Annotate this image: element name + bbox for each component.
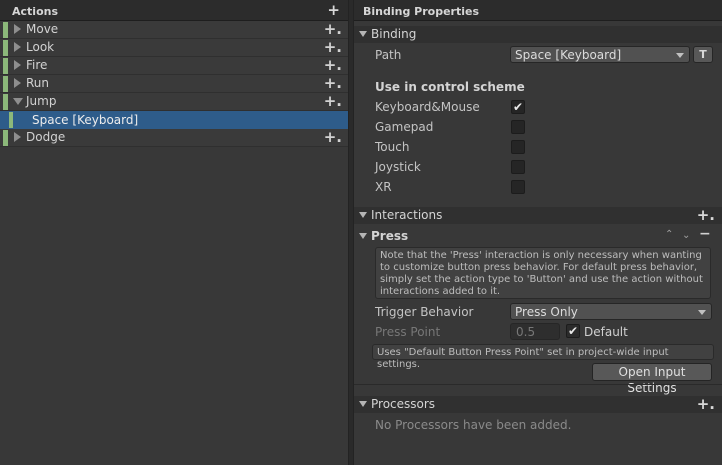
action-row-fire[interactable]: Fire +.: [0, 56, 348, 75]
chevron-down-icon: [676, 53, 684, 58]
add-binding-icon[interactable]: +.: [324, 128, 342, 146]
action-label: Run: [26, 76, 50, 90]
action-label: Jump: [26, 94, 57, 108]
action-color-bar: [3, 22, 8, 38]
action-row-look[interactable]: Look +.: [0, 38, 348, 57]
action-row-jump[interactable]: Jump +.: [0, 92, 348, 111]
section-label: Binding: [371, 27, 417, 41]
processors-section-header[interactable]: Processors +.: [354, 395, 722, 413]
collapse-arrow-icon[interactable]: [359, 212, 367, 218]
action-label: Move: [26, 22, 59, 36]
action-color-bar: [3, 94, 8, 110]
action-row-run[interactable]: Run +.: [0, 74, 348, 93]
move-up-icon[interactable]: ⌃: [665, 229, 673, 240]
action-label: Fire: [26, 58, 48, 72]
press-interaction-header[interactable]: Press ⌃ ⌄ −: [354, 226, 722, 245]
section-label: Processors: [371, 397, 436, 411]
default-press-point-helpbox: Uses "Default Button Press Point" set in…: [372, 344, 714, 370]
expand-arrow-icon[interactable]: [14, 24, 21, 34]
collapse-arrow-icon[interactable]: [359, 233, 367, 239]
press-label: Press: [371, 229, 409, 243]
action-row-dodge[interactable]: Dodge +.: [0, 128, 348, 147]
press-point-value: 0.5: [516, 325, 536, 339]
default-checkbox[interactable]: ✔: [566, 324, 580, 338]
add-binding-icon[interactable]: +.: [324, 56, 342, 74]
scheme-checkbox-xr[interactable]: [511, 180, 525, 194]
no-processors-text: No Processors have been added.: [375, 418, 572, 432]
add-action-icon[interactable]: +: [327, 1, 340, 19]
trigger-behavior-value: Press Only: [515, 305, 578, 319]
action-color-bar: [3, 40, 8, 56]
binding-section-header[interactable]: Binding: [354, 26, 722, 43]
default-label: Default: [584, 325, 628, 339]
open-input-settings-button[interactable]: Open Input Settings: [592, 363, 712, 395]
action-label: Look: [26, 40, 55, 54]
action-color-bar: [3, 58, 8, 74]
expand-arrow-icon[interactable]: [14, 60, 21, 70]
control-scheme-heading: Use in control scheme: [375, 80, 525, 94]
properties-title: Binding Properties: [363, 5, 480, 18]
action-color-bar: [3, 130, 8, 146]
press-point-label: Press Point: [375, 325, 441, 339]
move-down-icon[interactable]: ⌄: [682, 230, 690, 241]
path-dropdown[interactable]: Space [Keyboard]: [510, 46, 690, 63]
path-value: Space [Keyboard]: [515, 48, 622, 62]
collapse-arrow-icon[interactable]: [359, 401, 367, 407]
action-label: Dodge: [26, 130, 66, 144]
chevron-down-icon: [698, 310, 706, 315]
remove-interaction-icon[interactable]: −: [699, 226, 711, 242]
scheme-checkbox-gamepad[interactable]: [511, 120, 525, 134]
press-point-field[interactable]: 0.5: [510, 323, 560, 340]
scheme-checkbox-joystick[interactable]: [511, 160, 525, 174]
binding-properties-panel: Binding Properties Binding Path Space [K…: [353, 0, 722, 465]
scheme-checkbox-touch[interactable]: [511, 140, 525, 154]
scheme-label-joystick: Joystick: [375, 160, 421, 174]
binding-color-bar: [9, 112, 13, 128]
scheme-label-touch: Touch: [375, 140, 410, 154]
path-label: Path: [375, 48, 402, 62]
section-divider: [354, 384, 722, 385]
add-binding-icon[interactable]: +.: [324, 38, 342, 56]
properties-header: Binding Properties: [354, 0, 722, 21]
expand-arrow-icon[interactable]: [14, 42, 21, 52]
scheme-label-xr: XR: [375, 180, 392, 194]
add-processor-icon[interactable]: +.: [697, 395, 715, 413]
add-binding-icon[interactable]: +.: [324, 92, 342, 110]
action-color-bar: [3, 76, 8, 92]
add-binding-icon[interactable]: +.: [324, 74, 342, 92]
expand-arrow-icon[interactable]: [14, 78, 21, 88]
section-label: Interactions: [371, 208, 443, 222]
interactions-section-header[interactable]: Interactions +.: [354, 206, 722, 224]
add-interaction-icon[interactable]: +.: [697, 206, 715, 224]
scheme-label-keyboard-mouse: Keyboard&Mouse: [375, 100, 480, 114]
trigger-behavior-dropdown[interactable]: Press Only: [510, 303, 712, 320]
actions-panel: Actions + Move +. Look +. Fire +. Run +.…: [0, 0, 349, 465]
text-mode-button[interactable]: T: [693, 46, 713, 63]
binding-label: Space [Keyboard]: [32, 113, 139, 127]
actions-header: Actions +: [0, 0, 348, 21]
scheme-checkbox-keyboard-mouse[interactable]: ✔: [511, 100, 525, 114]
add-binding-icon[interactable]: +.: [324, 20, 342, 38]
actions-title: Actions: [12, 5, 58, 18]
press-note-helpbox: Note that the 'Press' interaction is onl…: [375, 247, 711, 299]
trigger-behavior-label: Trigger Behavior: [375, 305, 474, 319]
expand-arrow-icon[interactable]: [14, 132, 21, 142]
action-row-move[interactable]: Move +.: [0, 20, 348, 39]
collapse-arrow-icon[interactable]: [13, 98, 23, 105]
binding-row-space-keyboard[interactable]: Space [Keyboard]: [0, 111, 348, 129]
collapse-arrow-icon[interactable]: [359, 31, 367, 37]
scheme-label-gamepad: Gamepad: [375, 120, 434, 134]
